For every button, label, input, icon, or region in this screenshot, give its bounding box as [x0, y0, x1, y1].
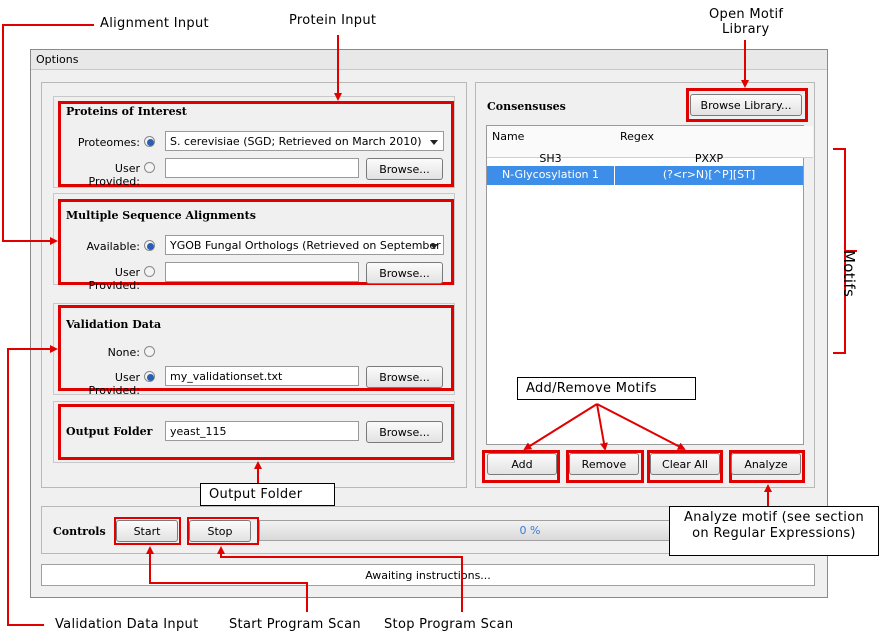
alignment-input-callout: Alignment Input — [100, 16, 209, 31]
protein-input-callout: Protein Input — [289, 13, 377, 28]
remove-arrow — [596, 403, 608, 451]
validation-input-callout: Validation Data Input — [55, 617, 199, 632]
add-remove-callout: Add/Remove Motifs — [517, 377, 696, 400]
alignment-input-arrow — [2, 24, 94, 245]
motifs-callout: Motifs — [840, 250, 858, 298]
validation-arrow — [7, 345, 58, 626]
add-arrow — [523, 403, 598, 451]
open-library-callout-1: Open Motif — [709, 7, 784, 22]
output-folder-callout: Output Folder — [200, 483, 335, 506]
analyze-motif-callout: Analyze motif (see section on Regular Ex… — [669, 506, 879, 556]
stop-scan-callout: Stop Program Scan — [384, 617, 514, 632]
analyze-motif-line-2: on Regular Expressions) — [692, 526, 856, 541]
clear-arrow — [596, 403, 686, 450]
open-library-callout-2: Library — [722, 22, 770, 37]
start-scan-callout: Start Program Scan — [229, 617, 361, 632]
stop-arrow — [217, 546, 463, 612]
analyze-motif-line-1: Analyze motif (see section — [684, 510, 864, 525]
